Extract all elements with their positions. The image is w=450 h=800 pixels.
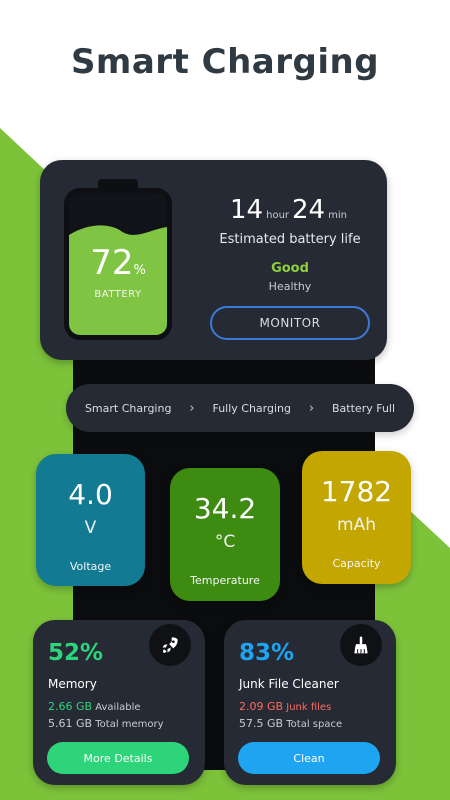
junk-total-value: 57.5 GB [239,717,284,730]
memory-title: Memory [48,677,97,691]
minutes-value: 24 [292,195,326,225]
junk-total-space: 57.5 GB Total space [239,717,342,730]
battery-percent-symbol: % [133,263,146,278]
temperature-value: 34.2 [193,492,257,525]
clean-button[interactable]: Clean [238,742,380,774]
memory-total: 5.61 GB Total memory [48,717,164,730]
health-status: Good [271,261,309,276]
health-label: Healthy [268,280,312,293]
junk-title: Junk File Cleaner [239,677,339,691]
battery-label: BATTERY [94,289,142,300]
monitor-button[interactable]: MONITOR [210,306,370,340]
battery-card: 72% BATTERY 14 hour 24 min Estimated batter… [40,160,387,360]
junk-total-label: Total space [286,719,343,730]
memory-available-label: Available [95,702,141,713]
rocket-icon[interactable] [149,624,191,666]
voltage-tile: 4.0 V Voltage [36,454,145,586]
step-fully-charging: Fully Charging [212,401,291,415]
charging-steps: Smart Charging › Fully Charging › Batter… [66,384,414,432]
temperature-unit: °C [214,532,236,552]
capacity-value: 1782 [320,475,393,508]
chevron-right-icon: › [189,400,195,416]
step-battery-full: Battery Full [332,401,396,415]
temperature-label: Temperature [190,574,260,587]
capacity-tile: 1782 mAh Capacity [302,451,411,584]
capacity-unit: mAh [337,515,376,535]
broom-icon[interactable] [340,624,382,666]
junk-files-value: 2.09 GB [239,700,284,713]
battery-percent: 72% [69,243,167,283]
junk-file-cleaner-card: 83% Junk File Cleaner 2.09 GB Junk files… [224,620,396,785]
estimated-battery-life-label: Estimated battery life [219,232,361,247]
temperature-tile: 34.2 °C Temperature [170,468,280,601]
memory-total-value: 5.61 GB [48,717,93,730]
voltage-label: Voltage [69,560,112,573]
memory-percent: 52% [48,640,104,666]
junk-files: 2.09 GB Junk files [239,700,331,713]
hours-unit: hour [266,210,290,221]
capacity-label: Capacity [332,557,381,570]
memory-total-label: Total memory [95,719,164,730]
page-headline: Smart Charging [70,42,380,82]
battery-life-time: 14 hour 24 min [210,195,370,225]
memory-available-value: 2.66 GB [48,700,93,713]
minutes-unit: min [328,210,347,221]
voltage-value: 4.0 [68,478,113,511]
battery-graphic: 72% BATTERY [64,188,172,340]
battery-percent-value: 72 [90,243,134,283]
junk-percent: 83% [239,640,295,666]
hours-value: 14 [230,195,264,225]
more-details-button[interactable]: More Details [47,742,189,774]
memory-card: 52% Memory 2.66 GB Available 5.61 GB Tot… [33,620,205,785]
chevron-right-icon: › [308,400,315,416]
voltage-unit: V [84,518,97,538]
junk-files-label: Junk files [286,702,332,713]
step-smart-charging: Smart Charging [84,401,172,415]
memory-available: 2.66 GB Available [48,700,141,713]
